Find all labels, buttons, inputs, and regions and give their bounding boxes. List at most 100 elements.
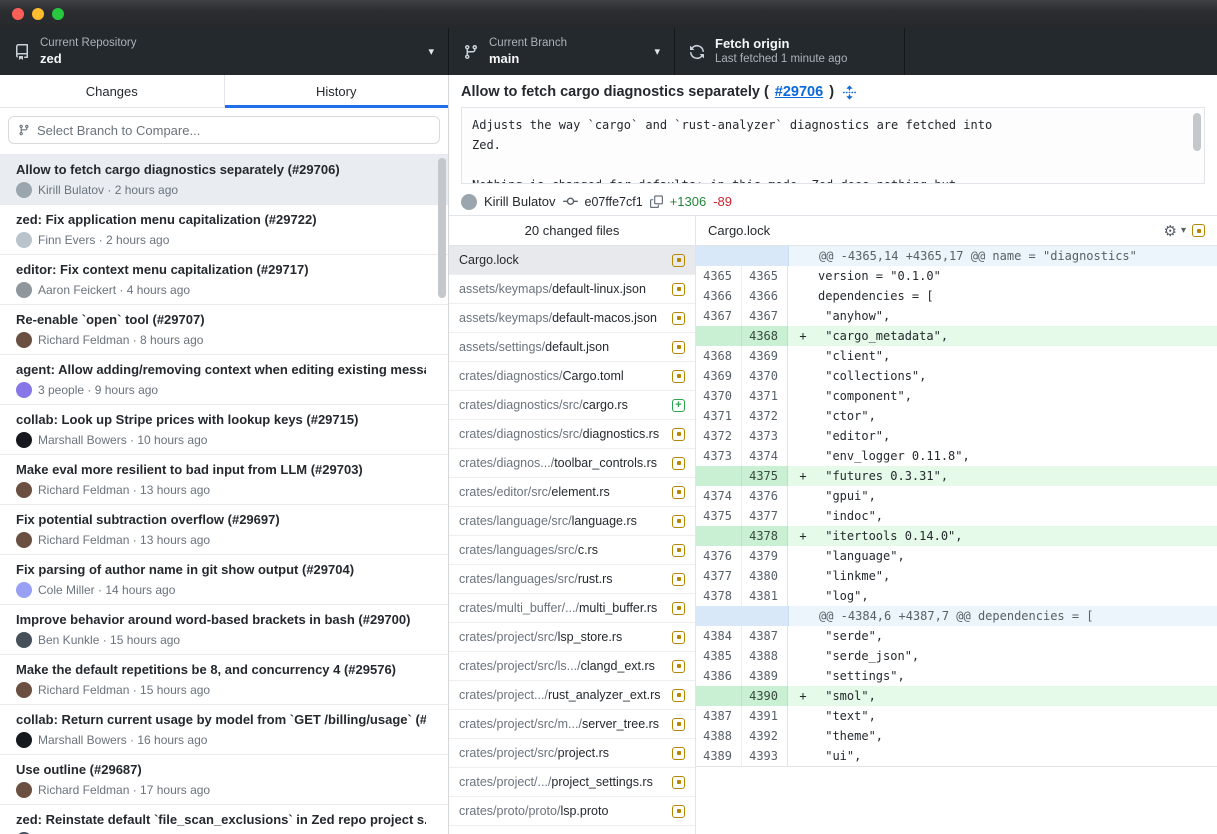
diff-old-line-number: 4365 bbox=[696, 266, 742, 286]
changed-file-item[interactable]: crates/diagnostics/src/diagnostics.rs bbox=[449, 420, 695, 449]
copy-icon[interactable] bbox=[650, 195, 663, 208]
commit-item-meta: Finn Evers · 2 hours ago bbox=[16, 232, 426, 248]
changed-file-item[interactable]: crates/multi_buffer/.../multi_buffer.rs bbox=[449, 594, 695, 623]
diff-new-line-number: 4374 bbox=[742, 446, 788, 466]
commit-list-scrollbar[interactable] bbox=[438, 158, 446, 298]
commit-list-item[interactable]: Make eval more resilient to bad input fr… bbox=[0, 455, 448, 505]
changed-file-item[interactable]: Cargo.lock bbox=[449, 246, 695, 275]
commit-list-item[interactable]: Use outline (#29687) Richard Feldman · 1… bbox=[0, 755, 448, 805]
commit-list-item[interactable]: agent: Allow adding/removing context whe… bbox=[0, 355, 448, 405]
commit-list-item[interactable]: editor: Fix context menu capitalization … bbox=[0, 255, 448, 305]
commit-list-item[interactable]: Re-enable `open` tool (#29707) Richard F… bbox=[0, 305, 448, 355]
commit-item-author-time: Richard Feldman · 13 hours ago bbox=[38, 483, 210, 497]
changed-file-item[interactable]: crates/project/src/lsp_store.rs bbox=[449, 623, 695, 652]
diff-new-line-number: 4381 bbox=[742, 586, 788, 606]
diff-line-text: "text", bbox=[818, 706, 1217, 726]
diff-context-line: 43764379 "language", bbox=[696, 546, 1217, 566]
chevron-down-icon[interactable]: ▾ bbox=[1181, 225, 1186, 236]
changed-file-item[interactable]: crates/diagnostics/src/cargo.rs + bbox=[449, 391, 695, 420]
file-path: crates/project/src/project.rs bbox=[459, 746, 666, 760]
commit-list-item[interactable]: collab: Return current usage by model fr… bbox=[0, 705, 448, 755]
changed-file-item[interactable]: crates/project/src/ls.../clangd_ext.rs bbox=[449, 652, 695, 681]
changed-files-header: 20 changed files bbox=[449, 216, 695, 246]
diff-old-line-number: 4385 bbox=[696, 646, 742, 666]
diff-new-line-number: 4389 bbox=[742, 666, 788, 686]
commit-list-item[interactable]: Improve behavior around word-based brack… bbox=[0, 605, 448, 655]
changed-file-item[interactable]: crates/languages/src/c.rs bbox=[449, 536, 695, 565]
file-path: Cargo.lock bbox=[459, 253, 666, 267]
diff-new-line-number: 4366 bbox=[742, 286, 788, 306]
current-repository-selector[interactable]: Current Repository zed ▾ bbox=[0, 28, 449, 75]
diff-line-text: "cargo_metadata", bbox=[818, 326, 1217, 346]
changed-file-item[interactable]: crates/editor/src/element.rs bbox=[449, 478, 695, 507]
gear-icon[interactable]: ⚙ bbox=[1164, 222, 1177, 240]
diff-file-name: Cargo.lock bbox=[708, 223, 770, 238]
commit-list-item[interactable]: Allow to fetch cargo diagnostics separat… bbox=[0, 155, 448, 205]
diff-panel: Cargo.lock ⚙ ▾ @@ -4365,14 +4365,17 @@ n… bbox=[696, 216, 1217, 834]
diff-marker bbox=[788, 726, 818, 746]
minimize-window-button[interactable] bbox=[32, 8, 44, 20]
maximize-window-button[interactable] bbox=[52, 8, 64, 20]
commit-item-meta: Richard Feldman · 13 hours ago bbox=[16, 482, 426, 498]
diff-added-line: 4378+ "itertools 0.14.0", bbox=[696, 526, 1217, 546]
diff-old-line-number: 4378 bbox=[696, 586, 742, 606]
pr-number-link[interactable]: #29706 bbox=[775, 84, 823, 100]
commit-item-meta: Aaron Feickert · 4 hours ago bbox=[16, 282, 426, 298]
changed-file-item[interactable]: assets/keymaps/default-macos.json bbox=[449, 304, 695, 333]
description-scrollbar[interactable] bbox=[1193, 113, 1201, 151]
commit-list-item[interactable]: Fix potential subtraction overflow (#296… bbox=[0, 505, 448, 555]
commit-list-item[interactable]: Fix parsing of author name in git show o… bbox=[0, 555, 448, 605]
file-path: crates/project/.../project_settings.rs bbox=[459, 775, 666, 789]
commit-list-item[interactable]: collab: Look up Stripe prices with looku… bbox=[0, 405, 448, 455]
changed-file-item[interactable]: crates/project/.../project_settings.rs bbox=[449, 768, 695, 797]
file-path-prefix: assets/keymaps/ bbox=[459, 311, 552, 325]
repo-icon bbox=[14, 44, 30, 60]
changed-file-item[interactable]: crates/project/src/project.rs bbox=[449, 739, 695, 768]
changed-file-item[interactable]: crates/diagnos.../toolbar_controls.rs bbox=[449, 449, 695, 478]
changed-file-item[interactable]: crates/languages/src/rust.rs bbox=[449, 565, 695, 594]
diff-context-line: 43684369 "client", bbox=[696, 346, 1217, 366]
close-window-button[interactable] bbox=[12, 8, 24, 20]
commit-list-item[interactable]: Make the default repetitions be 8, and c… bbox=[0, 655, 448, 705]
commit-list-item[interactable]: zed: Fix application menu capitalization… bbox=[0, 205, 448, 255]
file-path-prefix: crates/languages/src/ bbox=[459, 572, 578, 586]
commit-item-meta: Richard Feldman · 8 hours ago bbox=[16, 332, 426, 348]
changed-file-item[interactable]: crates/project.../rust_analyzer_ext.rs bbox=[449, 681, 695, 710]
commit-detail-title: Allow to fetch cargo diagnostics separat… bbox=[461, 84, 1205, 100]
commit-description-box[interactable]: Adjusts the way `cargo` and `rust-analyz… bbox=[461, 107, 1205, 184]
modified-status-icon bbox=[672, 341, 685, 354]
tab-history[interactable]: History bbox=[225, 75, 449, 107]
diff-context-line: 43884392 "theme", bbox=[696, 726, 1217, 746]
fetch-origin-button[interactable]: Fetch origin Last fetched 1 minute ago bbox=[675, 28, 905, 75]
commit-item-author-time: Finn Evers · 2 hours ago bbox=[38, 233, 169, 247]
tab-changes[interactable]: Changes bbox=[0, 75, 225, 107]
diff-old-line-number: 4387 bbox=[696, 706, 742, 726]
commit-item-title: Fix parsing of author name in git show o… bbox=[16, 562, 426, 577]
unfold-commit-summary-icon[interactable] bbox=[842, 85, 857, 100]
avatar bbox=[16, 532, 32, 548]
changed-file-item[interactable]: crates/diagnostics/Cargo.toml bbox=[449, 362, 695, 391]
commit-list-item[interactable]: zed: Reinstate default `file_scan_exclus… bbox=[0, 805, 448, 834]
diff-old-line-number: 4370 bbox=[696, 386, 742, 406]
sync-icon bbox=[689, 44, 705, 60]
added-status-icon: + bbox=[672, 399, 685, 412]
diff-context-line: 43714372 "ctor", bbox=[696, 406, 1217, 426]
diff-hunk-header: @@ -4365,14 +4365,17 @@ name = "diagnost… bbox=[696, 246, 1217, 266]
changed-files-list: Cargo.lock assets/keymaps/default-linux.… bbox=[449, 246, 695, 834]
diff-header: Cargo.lock ⚙ ▾ bbox=[696, 216, 1217, 246]
changed-file-item[interactable]: assets/settings/default.json bbox=[449, 333, 695, 362]
changed-file-item[interactable]: crates/project/src/m.../server_tree.rs bbox=[449, 710, 695, 739]
current-branch-selector[interactable]: Current Branch main ▾ bbox=[449, 28, 675, 75]
diff-marker bbox=[789, 246, 819, 266]
changed-file-item[interactable]: crates/proto/proto/lsp.proto bbox=[449, 797, 695, 826]
diff-line-text: "component", bbox=[818, 386, 1217, 406]
changed-file-item[interactable]: crates/language/src/language.rs bbox=[449, 507, 695, 536]
commit-item-author-time: Richard Feldman · 8 hours ago bbox=[38, 333, 203, 347]
commit-meta-row: Kirill Bulatov e07ffe7cf1 +1306 -89 bbox=[461, 184, 1205, 217]
additions-count: +1306 bbox=[670, 194, 707, 209]
compare-branch-input[interactable]: Select Branch to Compare... bbox=[8, 116, 440, 144]
diff-line-text: "indoc", bbox=[818, 506, 1217, 526]
changed-files-panel: 20 changed files Cargo.lock assets/keyma… bbox=[449, 216, 696, 834]
changed-file-item[interactable]: assets/keymaps/default-linux.json bbox=[449, 275, 695, 304]
description-line: Adjusts the way `cargo` and `rust-analyz… bbox=[472, 115, 1194, 135]
